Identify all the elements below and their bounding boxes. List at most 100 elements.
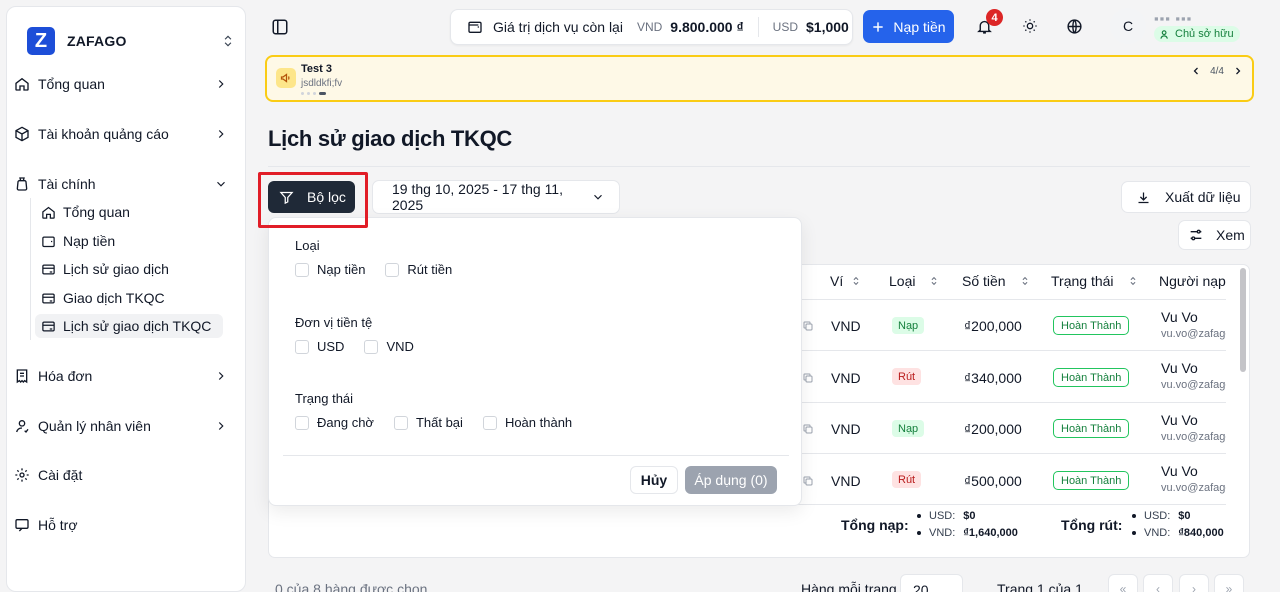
sidebar-item-ad-accounts[interactable]: Tài khoản quảng cáo	[8, 119, 230, 149]
column-header-wallet[interactable]: Ví	[830, 273, 861, 289]
megaphone-icon	[276, 68, 296, 88]
globe-icon[interactable]	[1066, 18, 1083, 35]
service-balance: Giá trị dịch vụ còn lại VND 9.800.000 ₫ …	[450, 9, 853, 45]
divider	[283, 455, 789, 456]
announcement-nav: 4/4	[1190, 65, 1244, 77]
checkbox-completed[interactable]	[482, 415, 497, 430]
payer-name: Vu Vo	[1161, 360, 1198, 376]
sidebar-subitem-transaction-history[interactable]: Lịch sử giao dịch	[35, 257, 181, 281]
checkbox-pending[interactable]	[295, 415, 309, 430]
cell-amount: ₫200,000	[964, 318, 1022, 334]
wallet-icon	[467, 19, 483, 35]
last-page-button[interactable]: »	[1214, 574, 1244, 592]
balance-label: Giá trị dịch vụ còn lại	[493, 19, 623, 35]
prev-page-button[interactable]: ‹	[1143, 574, 1173, 592]
cell-amount: ₫500,000	[964, 473, 1022, 489]
payer-email: vu.vo@zafago.com	[1161, 431, 1226, 443]
column-header-payer[interactable]: Người nạp	[1159, 273, 1226, 289]
chevron-left-icon[interactable]	[1190, 65, 1202, 77]
brand-logo: Z	[27, 27, 55, 55]
avatar[interactable]: C	[1110, 8, 1146, 44]
apply-button[interactable]: Áp dụng (0)	[685, 466, 777, 494]
announcement-pager-dots[interactable]	[301, 92, 326, 95]
column-header-status[interactable]: Trạng thái	[1051, 273, 1138, 289]
sun-icon[interactable]	[1022, 18, 1038, 34]
topup-button[interactable]: Nạp tiền	[863, 10, 954, 43]
sidebar-item-finance[interactable]: Tài chính	[8, 169, 230, 199]
sidebar-subitem-ad-transaction-history[interactable]: Lịch sử giao dịch TKQC	[35, 314, 224, 338]
next-page-button[interactable]: ›	[1179, 574, 1209, 592]
funnel-icon	[279, 190, 294, 205]
copy-icon[interactable]	[802, 423, 814, 435]
sort-icon	[1020, 275, 1030, 287]
divider	[268, 166, 1250, 167]
card-history-icon	[41, 262, 56, 277]
announcement-title: Test 3	[301, 63, 332, 75]
selection-count: 0 của 8 hàng được chọn	[275, 581, 428, 592]
chevron-right-icon[interactable]	[1232, 65, 1244, 77]
checkbox-vnd[interactable]	[364, 339, 379, 354]
copy-icon[interactable]	[802, 475, 814, 487]
home-icon	[14, 76, 30, 92]
sidebar-subitem-overview[interactable]: Tổng quan	[35, 200, 142, 224]
column-header-type[interactable]: Loại	[889, 273, 939, 289]
announcement-counter: 4/4	[1210, 65, 1224, 77]
column-header-amount[interactable]: Số tiền	[962, 273, 1030, 289]
wallet-icon	[14, 176, 30, 192]
sidebar-subitem-topup[interactable]: Nạp tiền	[35, 229, 127, 253]
home-icon	[41, 205, 56, 220]
type-badge: Rút	[892, 368, 922, 385]
user-icon	[14, 418, 30, 434]
cell-wallet: VND	[831, 318, 861, 334]
checkbox-failed[interactable]	[393, 415, 408, 430]
filter-status-options: Đang chờ Thất bại Hoàn thành	[295, 415, 592, 430]
filter-status-label: Trạng thái	[295, 391, 354, 406]
cell-amount: ₫200,000	[964, 421, 1022, 437]
sidebar-toggle-icon[interactable]	[271, 18, 289, 36]
filter-button[interactable]: Bộ lọc	[268, 181, 355, 213]
announcement-banner: Test 3 jsdldkfi;fv 4/4	[265, 55, 1254, 102]
status-badge: Hoàn Thành	[1053, 316, 1130, 335]
receipt-icon	[14, 368, 30, 384]
filter-currency-options: USD VND	[295, 339, 434, 354]
wallet-icon	[41, 234, 56, 249]
gear-icon	[14, 467, 30, 483]
page-title: Lịch sử giao dịch TKQC	[268, 126, 513, 151]
role-badge: Chủ sở hữu	[1154, 26, 1240, 42]
payer-email: vu.vo@zafago.com	[1161, 328, 1226, 340]
sidebar-item-overview[interactable]: Tổng quan	[8, 69, 230, 99]
filter-currency-label: Đơn vị tiền tệ	[295, 315, 373, 330]
table-scrollbar[interactable]	[1240, 268, 1246, 372]
sidebar-item-support[interactable]: Hỗ trợ	[8, 510, 230, 540]
chevron-right-icon: ›	[1192, 582, 1196, 592]
chevron-left-icon: ‹	[1156, 582, 1160, 592]
chevron-right-icon	[214, 419, 228, 433]
sort-icon	[1128, 275, 1138, 287]
sidebar-item-invoices[interactable]: Hóa đơn	[8, 361, 230, 391]
payer-email: vu.vo@zafago.com	[1161, 482, 1226, 494]
chevron-right-icon	[214, 127, 228, 141]
filter-type-label: Loại	[295, 238, 320, 253]
rows-per-page-select[interactable]: 20	[900, 574, 963, 592]
export-button[interactable]: Xuất dữ liệu	[1121, 181, 1251, 213]
brand-name: ZAFAGO	[67, 33, 127, 49]
chevron-right-icon	[214, 77, 228, 91]
workspace-switcher[interactable]: Z ZAFAGO	[23, 21, 241, 61]
checkbox-usd[interactable]	[295, 339, 309, 354]
copy-icon[interactable]	[802, 372, 814, 384]
filter-popover: Loại Nạp tiền Rút tiền Đơn vị tiền tệ US…	[268, 217, 802, 506]
sidebar-item-settings[interactable]: Cài đặt	[8, 460, 230, 490]
sidebar-item-staff[interactable]: Quản lý nhân viên	[8, 411, 230, 441]
box-icon	[14, 126, 30, 142]
notification-badge: 4	[986, 9, 1003, 26]
cancel-button[interactable]: Hủy	[630, 466, 678, 494]
copy-icon[interactable]	[802, 320, 814, 332]
chevron-right-icon	[214, 369, 228, 383]
checkbox-withdraw[interactable]	[385, 262, 400, 277]
chevron-down-icon	[214, 177, 228, 191]
sidebar-subitem-ad-transactions[interactable]: Giao dịch TKQC	[35, 286, 177, 310]
checkbox-topup[interactable]	[295, 262, 309, 277]
first-page-button[interactable]: «	[1108, 574, 1138, 592]
view-options-button[interactable]: Xem	[1178, 220, 1251, 250]
date-range-picker[interactable]: 19 thg 10, 2025 - 17 thg 11, 2025	[372, 180, 620, 214]
